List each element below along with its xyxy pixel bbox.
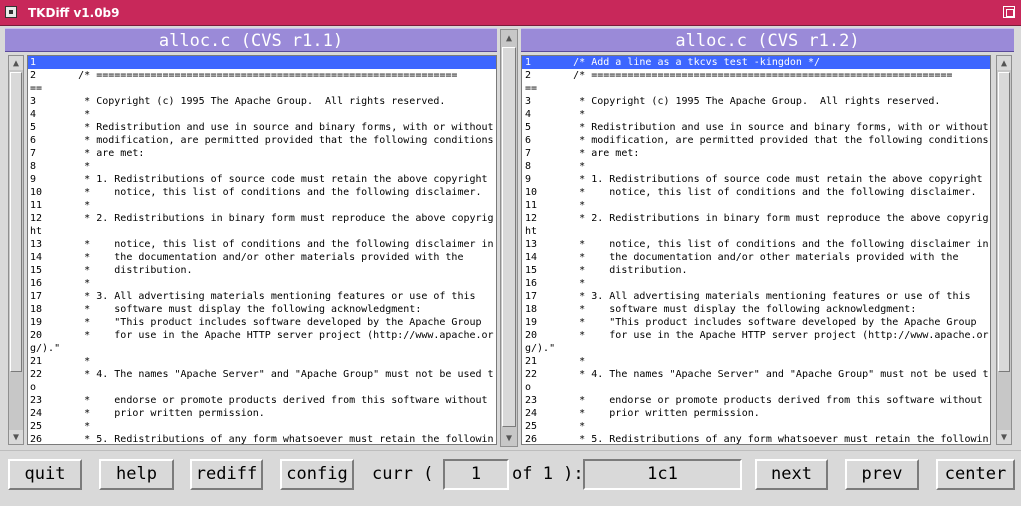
right-code-line: 4 * xyxy=(525,109,586,120)
left-code-line: 2 /* ===================================… xyxy=(30,70,458,81)
center-button[interactable]: center xyxy=(936,459,1015,490)
diff-location-field[interactable]: 1c1 xyxy=(583,459,742,490)
sync-scroll-up-icon[interactable]: ▲ xyxy=(502,31,516,45)
right-scrollbar-thumb[interactable] xyxy=(998,72,1010,372)
right-code-line: 9 * 1. Redistributions of source code mu… xyxy=(525,174,983,185)
right-code-line: g/)." xyxy=(525,343,556,354)
right-code-line: 25 * xyxy=(525,421,586,432)
left-code-line: 8 * xyxy=(30,161,91,172)
prev-button[interactable]: prev xyxy=(845,459,919,490)
right-code-line: 17 * 3. All advertising materials mentio… xyxy=(525,291,971,302)
left-code-line: g/)." xyxy=(30,343,61,354)
rediff-button[interactable]: rediff xyxy=(190,459,263,490)
scroll-up-arrow-icon[interactable]: ▲ xyxy=(9,56,23,70)
left-code-line: 24 * prior written permission. xyxy=(30,408,265,419)
right-code-line: 11 * xyxy=(525,200,586,211)
sync-scrollbar-thumb[interactable] xyxy=(502,47,516,427)
curr-label: curr ( xyxy=(372,464,434,484)
right-code-line: 5 * Redistribution and use in source and… xyxy=(525,122,989,133)
right-code-line: 19 * "This product includes software dev… xyxy=(525,317,977,328)
quit-button[interactable]: quit xyxy=(8,459,82,490)
right-code-line: 1 /* Add a line as a tkcvs test -kingdon… xyxy=(522,56,990,69)
left-code-line: 23 * endorse or promote products derived… xyxy=(30,395,488,406)
left-code-line: 18 * software must display the following… xyxy=(30,304,422,315)
left-code-line: 25 * xyxy=(30,421,91,432)
left-code-line: 20 * for use in the Apache HTTP server p… xyxy=(30,330,494,341)
right-code-line: 16 * xyxy=(525,278,586,289)
right-scrollbar[interactable]: ▲ ▼ xyxy=(996,55,1012,445)
left-code-line: 9 * 1. Redistributions of source code mu… xyxy=(30,174,488,185)
left-code-line: 14 * the documentation and/or other mate… xyxy=(30,252,464,263)
left-code-line: == xyxy=(30,83,43,94)
right-code-line: 20 * for use in the Apache HTTP server p… xyxy=(525,330,989,341)
left-code-line: 19 * "This product includes software dev… xyxy=(30,317,482,328)
right-code-line: 24 * prior written permission. xyxy=(525,408,760,419)
left-code-line: 5 * Redistribution and use in source and… xyxy=(30,122,494,133)
of-total-label: of 1 ): xyxy=(512,464,584,484)
current-diff-entry[interactable]: 1 xyxy=(443,459,509,490)
left-code-line: 3 * Copyright (c) 1995 The Apache Group.… xyxy=(30,96,446,107)
left-code-line: 22 * 4. The names "Apache Server" and "A… xyxy=(30,369,494,380)
right-code-line: 13 * notice, this list of conditions and… xyxy=(525,239,989,250)
right-code-line: == xyxy=(525,83,538,94)
right-code-line: 3 * Copyright (c) 1995 The Apache Group.… xyxy=(525,96,941,107)
right-code-line: 7 * are met: xyxy=(525,148,640,159)
window-title: TKDiff v1.0b9 xyxy=(28,6,120,20)
right-code-line: o xyxy=(525,382,532,393)
right-code-line: 12 * 2. Redistributions in binary form m… xyxy=(525,213,989,224)
left-code-line: o xyxy=(30,382,37,393)
left-code-line: 11 * xyxy=(30,200,91,211)
right-code-line: 8 * xyxy=(525,161,586,172)
right-code-line: 21 * xyxy=(525,356,586,367)
left-code-line: 16 * xyxy=(30,278,91,289)
right-code-line: 15 * distribution. xyxy=(525,265,688,276)
left-scrollbar[interactable]: ▲ ▼ xyxy=(8,55,24,445)
right-code-line: 2 /* ===================================… xyxy=(525,70,953,81)
left-code-line: 6 * modification, are permitted provided… xyxy=(30,135,494,146)
right-pane-header: alloc.c (CVS r1.2) xyxy=(521,28,1014,52)
scroll-down-arrow-icon[interactable]: ▼ xyxy=(9,430,23,444)
right-code-line: 26 * 5. Redistributions of any form what… xyxy=(525,434,989,445)
left-pane-header: alloc.c (CVS r1.1) xyxy=(5,28,497,52)
right-code-line: 18 * software must display the following… xyxy=(525,304,917,315)
scroll-down-arrow-icon[interactable]: ▼ xyxy=(997,430,1011,444)
left-code-line: 13 * notice, this list of conditions and… xyxy=(30,239,494,250)
left-code-line: 12 * 2. Redistributions in binary form m… xyxy=(30,213,494,224)
left-scrollbar-thumb[interactable] xyxy=(10,72,22,372)
right-code-line: ht xyxy=(525,226,538,237)
window-title-bar: TKDiff v1.0b9 xyxy=(0,0,1021,26)
right-file-text[interactable]: 1 /* Add a line as a tkcvs test -kingdon… xyxy=(521,55,991,445)
scroll-up-arrow-icon[interactable]: ▲ xyxy=(997,56,1011,70)
left-code-line: 1 xyxy=(28,56,496,69)
right-code-line: 22 * 4. The names "Apache Server" and "A… xyxy=(525,369,989,380)
sync-scroll-down-icon[interactable]: ▼ xyxy=(502,431,516,445)
sync-scrollbar[interactable]: ▲ ▼ xyxy=(500,29,518,447)
maximize-icon[interactable] xyxy=(1003,6,1015,18)
left-code-line: 10 * notice, this list of conditions and… xyxy=(30,187,482,198)
left-code-line: 17 * 3. All advertising materials mentio… xyxy=(30,291,476,302)
right-code-line: 23 * endorse or promote products derived… xyxy=(525,395,983,406)
left-code-line: ht xyxy=(30,226,43,237)
right-code-line: 10 * notice, this list of conditions and… xyxy=(525,187,977,198)
left-code-line: 4 * xyxy=(30,109,91,120)
next-button[interactable]: next xyxy=(755,459,828,490)
right-code-line: 14 * the documentation and/or other mate… xyxy=(525,252,959,263)
left-file-text[interactable]: 12 /* ==================================… xyxy=(27,55,497,445)
left-code-line: 26 * 5. Redistributions of any form what… xyxy=(30,434,494,445)
left-code-line: 15 * distribution. xyxy=(30,265,193,276)
help-button[interactable]: help xyxy=(99,459,174,490)
right-code-line: 6 * modification, are permitted provided… xyxy=(525,135,989,146)
window-menu-icon[interactable] xyxy=(5,6,17,18)
left-code-line: 7 * are met: xyxy=(30,148,145,159)
left-code-line: 21 * xyxy=(30,356,91,367)
config-button[interactable]: config xyxy=(280,459,354,490)
